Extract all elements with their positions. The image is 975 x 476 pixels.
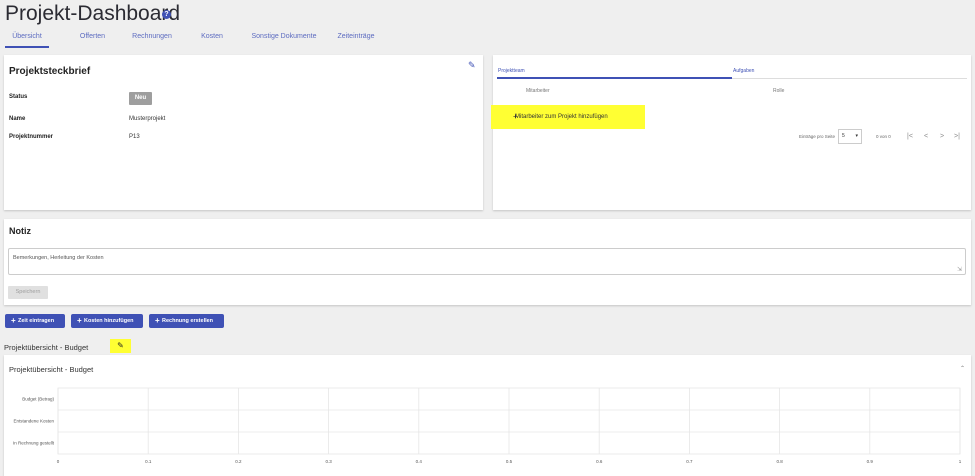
last-page-icon[interactable]: >| bbox=[954, 133, 960, 140]
create-invoice-button[interactable]: + Rechnung erstellen bbox=[149, 314, 224, 328]
panel-title[interactable]: Projektübersicht - Budget bbox=[9, 365, 93, 374]
column-header-member: Mitarbeiter bbox=[526, 88, 550, 94]
page-size-value: 5 bbox=[842, 133, 845, 139]
number-value: P13 bbox=[129, 134, 140, 140]
create-invoice-label: Rechnung erstellen bbox=[162, 318, 214, 324]
add-member-button[interactable]: + Mitarbeiter zum Projekt hinzufügen bbox=[491, 105, 645, 129]
x-tick-label: 0 bbox=[57, 459, 60, 464]
x-tick-label: 0.2 bbox=[235, 459, 242, 464]
tab-sonstige-dokumente[interactable]: Sonstige Dokumente bbox=[246, 30, 322, 48]
plus-icon: + bbox=[155, 316, 160, 325]
x-tick-label: 0.1 bbox=[145, 459, 152, 464]
steckbrief-card bbox=[4, 55, 483, 210]
number-label: Projektnummer bbox=[9, 134, 54, 140]
x-tick-label: 0.9 bbox=[867, 459, 874, 464]
page-range: 0 von 0 bbox=[876, 134, 891, 139]
notiz-textarea[interactable]: Bemerkungen, Herleitung der Kosten bbox=[8, 248, 966, 275]
page-title: Projekt-Dashboard bbox=[5, 2, 181, 25]
subtab-active-indicator bbox=[497, 77, 732, 79]
notiz-title: Notiz bbox=[9, 226, 31, 236]
tab-projektteam[interactable]: Projektteam bbox=[498, 68, 525, 74]
page-size-select[interactable]: 5 ▾ bbox=[838, 129, 862, 144]
x-tick-label: 0.3 bbox=[325, 459, 332, 464]
y-category-label: In Rechnung gestellt bbox=[13, 441, 55, 446]
plus-icon: + bbox=[77, 316, 82, 325]
save-button[interactable]: Speichern bbox=[8, 286, 48, 299]
x-tick-label: 0.6 bbox=[596, 459, 603, 464]
x-tick-label: 0.7 bbox=[686, 459, 693, 464]
chevron-up-icon[interactable]: ⌃ bbox=[960, 365, 965, 372]
plus-icon: + bbox=[513, 112, 518, 121]
chevron-down-icon: ▾ bbox=[855, 133, 858, 139]
x-tick-label: 0.8 bbox=[776, 459, 783, 464]
add-time-label: Zeit eintragen bbox=[18, 318, 55, 324]
add-costs-label: Kosten hinzufügen bbox=[84, 318, 134, 324]
tab-offerten[interactable]: Offerten bbox=[70, 30, 115, 48]
add-time-button[interactable]: + Zeit eintragen bbox=[5, 314, 65, 328]
steckbrief-title: Projektsteckbrief bbox=[9, 66, 91, 77]
y-category-label: Budget (Betrag) bbox=[22, 397, 54, 402]
y-category-label: Entstandene Kosten bbox=[13, 419, 54, 424]
page-size-label: Einträge pro Seite bbox=[799, 134, 836, 139]
edit-budget-pencil-icon[interactable]: ✎ bbox=[110, 339, 131, 353]
tab-zeiteintraege[interactable]: Zeiteinträge bbox=[332, 30, 380, 48]
first-page-icon[interactable]: |< bbox=[907, 133, 913, 140]
x-tick-label: 0.4 bbox=[416, 459, 423, 464]
plus-icon: + bbox=[11, 316, 16, 325]
tab-aufgaben[interactable]: Aufgaben bbox=[733, 68, 754, 74]
add-member-label: Mitarbeiter zum Projekt hinzufügen bbox=[515, 114, 608, 120]
add-costs-button[interactable]: + Kosten hinzufügen bbox=[71, 314, 143, 328]
tab-rechnungen[interactable]: Rechnungen bbox=[128, 30, 176, 48]
tab-uebersicht[interactable]: Übersicht bbox=[5, 30, 49, 48]
column-header-role: Rolle bbox=[773, 88, 785, 94]
budget-chart: Budget (Betrag) Entstandene Kosten In Rech… bbox=[13, 387, 962, 464]
x-tick-label: 1 bbox=[959, 459, 962, 464]
status-label: Status bbox=[9, 94, 28, 100]
prev-page-icon[interactable]: < bbox=[924, 133, 928, 140]
help-icon[interactable]: ? bbox=[162, 10, 171, 19]
name-value: Musterprojekt bbox=[129, 116, 166, 122]
x-tick-label: 0.5 bbox=[506, 459, 513, 464]
edit-pencil-icon[interactable]: ✎ bbox=[468, 60, 476, 71]
resize-handle-icon[interactable]: ⇲ bbox=[957, 266, 962, 273]
next-page-icon[interactable]: > bbox=[940, 133, 944, 140]
tab-kosten[interactable]: Kosten bbox=[195, 30, 229, 48]
name-label: Name bbox=[9, 116, 26, 122]
status-badge: Neu bbox=[129, 92, 152, 105]
tab-bar: Übersicht Offerten Rechnungen Kosten Son… bbox=[0, 30, 975, 48]
budget-heading: Projektübersicht - Budget bbox=[4, 343, 89, 352]
